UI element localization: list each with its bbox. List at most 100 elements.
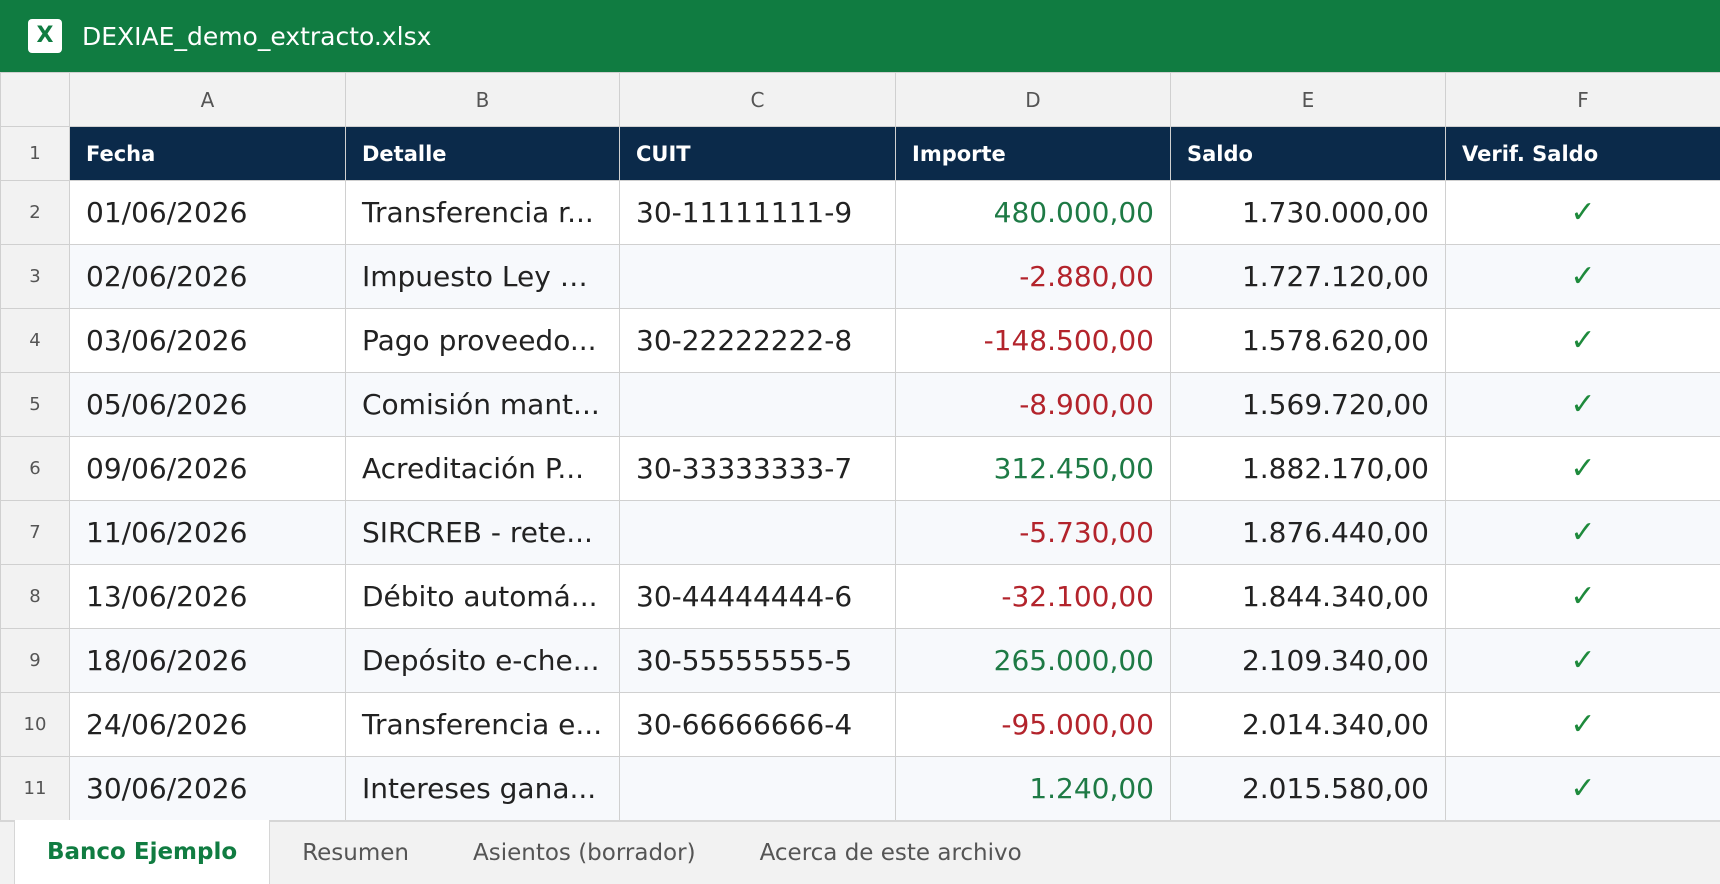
column-header-c[interactable]: C — [619, 72, 896, 127]
header-cell-fecha[interactable]: Fecha — [69, 126, 346, 181]
row-number[interactable]: 9 — [0, 628, 70, 693]
cell-detalle[interactable]: Pago proveedo... — [345, 308, 620, 373]
cell-saldo[interactable]: 2.014.340,00 — [1170, 692, 1446, 757]
cell-fecha[interactable]: 02/06/2026 — [69, 244, 346, 309]
check-icon[interactable]: ✓ — [1445, 564, 1720, 629]
check-icon[interactable]: ✓ — [1445, 692, 1720, 757]
cell-importe[interactable]: 480.000,00 — [895, 180, 1171, 245]
cell-detalle[interactable]: SIRCREB - rete... — [345, 500, 620, 565]
cell-fecha[interactable]: 24/06/2026 — [69, 692, 346, 757]
sheet-tab-1[interactable]: Resumen — [270, 822, 441, 884]
check-icon[interactable]: ✓ — [1445, 372, 1720, 437]
cell-cuit[interactable]: 30-44444444-6 — [619, 564, 896, 629]
cell-detalle[interactable]: Débito automá... — [345, 564, 620, 629]
table-row: 4 03/06/2026 Pago proveedo... 30-22222222-8… — [0, 308, 1720, 373]
cell-importe[interactable]: 265.000,00 — [895, 628, 1171, 693]
header-cell-saldo[interactable]: Saldo — [1170, 126, 1446, 181]
cell-importe[interactable]: -8.900,00 — [895, 372, 1171, 437]
cell-fecha[interactable]: 03/06/2026 — [69, 308, 346, 373]
table-row: 2 01/06/2026 Transferencia r... 30-11111111… — [0, 180, 1720, 245]
cell-cuit[interactable] — [619, 372, 896, 437]
table-row: 10 24/06/2026 Transferencia e... 30-6666666… — [0, 692, 1720, 757]
row-number[interactable]: 1 — [0, 126, 70, 181]
check-icon[interactable]: ✓ — [1445, 180, 1720, 245]
check-icon[interactable]: ✓ — [1445, 756, 1720, 820]
cell-detalle[interactable]: Intereses gana... — [345, 756, 620, 820]
sheet-table: A B C D E F 1 Fecha Detalle CUIT Importe… — [0, 72, 1720, 820]
column-header-f[interactable]: F — [1445, 72, 1720, 127]
column-header-e[interactable]: E — [1170, 72, 1446, 127]
cell-saldo[interactable]: 2.109.340,00 — [1170, 628, 1446, 693]
cell-importe[interactable]: -148.500,00 — [895, 308, 1171, 373]
cell-detalle[interactable]: Acreditación P... — [345, 436, 620, 501]
cell-cuit[interactable]: 30-22222222-8 — [619, 308, 896, 373]
cell-cuit[interactable]: 30-66666666-4 — [619, 692, 896, 757]
table-row: 11 30/06/2026 Intereses gana... 1.240,00 2.0… — [0, 756, 1720, 820]
cell-cuit[interactable] — [619, 756, 896, 820]
header-cell-cuit[interactable]: CUIT — [619, 126, 896, 181]
cell-importe[interactable]: -5.730,00 — [895, 500, 1171, 565]
row-number[interactable]: 2 — [0, 180, 70, 245]
row-number[interactable]: 3 — [0, 244, 70, 309]
table-row: 5 05/06/2026 Comisión mant... -8.900,00 1.56… — [0, 372, 1720, 437]
cell-detalle[interactable]: Transferencia e... — [345, 692, 620, 757]
sheet-tab-0[interactable]: Banco Ejemplo — [14, 820, 271, 884]
table-header-row: 1 Fecha Detalle CUIT Importe Saldo Verif… — [0, 126, 1720, 181]
cell-detalle[interactable]: Transferencia r... — [345, 180, 620, 245]
column-header-a[interactable]: A — [69, 72, 346, 127]
cell-fecha[interactable]: 05/06/2026 — [69, 372, 346, 437]
cell-fecha[interactable]: 01/06/2026 — [69, 180, 346, 245]
cell-importe[interactable]: 312.450,00 — [895, 436, 1171, 501]
title-bar: X DEXIAE_demo_extracto.xlsx — [0, 0, 1720, 72]
cell-fecha[interactable]: 18/06/2026 — [69, 628, 346, 693]
spreadsheet-grid[interactable]: A B C D E F 1 Fecha Detalle CUIT Importe… — [0, 72, 1720, 820]
header-cell-detalle[interactable]: Detalle — [345, 126, 620, 181]
cell-cuit[interactable] — [619, 244, 896, 309]
cell-saldo[interactable]: 1.876.440,00 — [1170, 500, 1446, 565]
column-header-b[interactable]: B — [345, 72, 620, 127]
cell-importe[interactable]: -2.880,00 — [895, 244, 1171, 309]
check-icon[interactable]: ✓ — [1445, 628, 1720, 693]
header-cell-verif-saldo[interactable]: Verif. Saldo — [1445, 126, 1720, 181]
row-number[interactable]: 7 — [0, 500, 70, 565]
cell-fecha[interactable]: 11/06/2026 — [69, 500, 346, 565]
row-number[interactable]: 5 — [0, 372, 70, 437]
cell-importe[interactable]: -95.000,00 — [895, 692, 1171, 757]
cell-cuit[interactable]: 30-55555555-5 — [619, 628, 896, 693]
cell-cuit[interactable] — [619, 500, 896, 565]
cell-cuit[interactable]: 30-11111111-9 — [619, 180, 896, 245]
row-number[interactable]: 4 — [0, 308, 70, 373]
table-row: 3 02/06/2026 Impuesto Ley 2... -2.880,00 1.7… — [0, 244, 1720, 309]
cell-saldo[interactable]: 2.015.580,00 — [1170, 756, 1446, 820]
cell-saldo[interactable]: 1.569.720,00 — [1170, 372, 1446, 437]
cell-detalle[interactable]: Impuesto Ley 2... — [345, 244, 620, 309]
row-number[interactable]: 10 — [0, 692, 70, 757]
cell-saldo[interactable]: 1.730.000,00 — [1170, 180, 1446, 245]
check-icon[interactable]: ✓ — [1445, 244, 1720, 309]
cell-fecha[interactable]: 13/06/2026 — [69, 564, 346, 629]
select-all-corner[interactable] — [0, 72, 70, 127]
cell-fecha[interactable]: 30/06/2026 — [69, 756, 346, 820]
cell-saldo[interactable]: 1.578.620,00 — [1170, 308, 1446, 373]
cell-importe[interactable]: 1.240,00 — [895, 756, 1171, 820]
row-number[interactable]: 11 — [0, 756, 70, 820]
check-icon[interactable]: ✓ — [1445, 500, 1720, 565]
cell-fecha[interactable]: 09/06/2026 — [69, 436, 346, 501]
sheet-tab-2[interactable]: Asientos (borrador) — [441, 822, 728, 884]
column-header-d[interactable]: D — [895, 72, 1171, 127]
cell-saldo[interactable]: 1.844.340,00 — [1170, 564, 1446, 629]
table-row: 7 11/06/2026 SIRCREB - rete... -5.730,00 1.8… — [0, 500, 1720, 565]
document-title: DEXIAE_demo_extracto.xlsx — [82, 21, 432, 51]
row-number[interactable]: 8 — [0, 564, 70, 629]
header-cell-importe[interactable]: Importe — [895, 126, 1171, 181]
cell-saldo[interactable]: 1.727.120,00 — [1170, 244, 1446, 309]
check-icon[interactable]: ✓ — [1445, 436, 1720, 501]
cell-saldo[interactable]: 1.882.170,00 — [1170, 436, 1446, 501]
sheet-tab-3[interactable]: Acerca de este archivo — [728, 822, 1054, 884]
cell-detalle[interactable]: Depósito e-che... — [345, 628, 620, 693]
cell-cuit[interactable]: 30-33333333-7 — [619, 436, 896, 501]
row-number[interactable]: 6 — [0, 436, 70, 501]
check-icon[interactable]: ✓ — [1445, 308, 1720, 373]
cell-detalle[interactable]: Comisión mant... — [345, 372, 620, 437]
cell-importe[interactable]: -32.100,00 — [895, 564, 1171, 629]
